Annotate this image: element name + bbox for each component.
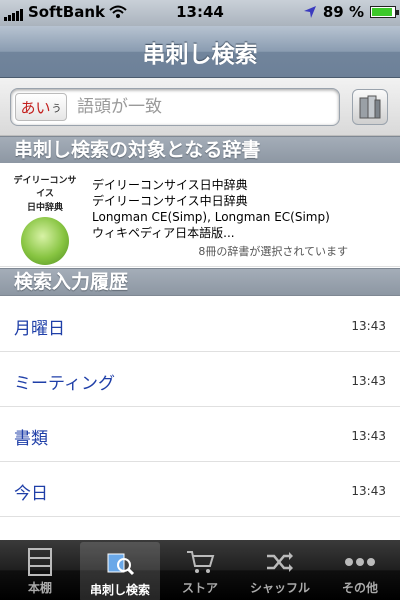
logo-line-1: デイリーコンサイス (13, 176, 77, 199)
tab-store[interactable]: ストア (160, 540, 240, 600)
tab-label: ストア (181, 581, 218, 595)
dictionary-list: デイリーコンサイス日中辞典 デイリーコンサイス中日辞典 Longman CE(S… (92, 177, 330, 241)
logo-line-2: 日中辞典 (26, 203, 63, 213)
history-row[interactable]: 月曜日 13:43 (0, 297, 400, 352)
tab-cross-search[interactable]: 串刺し検索 (80, 542, 160, 600)
history-time: 13:43 (351, 374, 386, 388)
tab-bookshelf[interactable]: 本棚 (0, 540, 80, 600)
search-input[interactable] (77, 92, 327, 122)
dictionary-item: デイリーコンサイス日中辞典 (92, 178, 248, 192)
dictionary-select-button[interactable] (352, 89, 388, 125)
dictionary-item: ウィキペディア日本語版... (92, 226, 235, 240)
history-word: 今日 (14, 484, 48, 504)
cross-search-icon (104, 549, 136, 579)
tab-label: 串刺し検索 (89, 583, 150, 597)
tab-bar: 本棚 串刺し検索 ストア シャッフル その他 (0, 540, 400, 600)
selected-count-text: 8冊の辞書が選択されています (198, 245, 348, 258)
search-mode-small: う (51, 103, 62, 115)
dictionaries-section-header: 串刺し検索の対象となる辞書 (0, 136, 400, 164)
shuffle-icon (265, 547, 295, 577)
dictionary-item: デイリーコンサイス中日辞典 (92, 194, 248, 208)
selected-dictionaries[interactable]: デイリーコンサイス 日中辞典 デイリーコンサイス日中辞典 デイリーコンサイス中日… (0, 163, 400, 267)
tab-label: 本棚 (27, 581, 52, 595)
logo-emblem (21, 217, 69, 265)
more-icon (344, 547, 376, 577)
history-word: 書類 (14, 429, 48, 449)
status-bar: SoftBank 13:44 89 % (0, 0, 400, 26)
cart-icon (185, 547, 215, 577)
tab-shuffle[interactable]: シャッフル (240, 540, 320, 600)
history-word: 月曜日 (14, 319, 65, 339)
dictionary-logo: デイリーコンサイス 日中辞典 (10, 173, 80, 265)
history-section-header: 検索入力履歴 (0, 268, 400, 296)
search-field: あいう (10, 88, 340, 126)
tab-label: シャッフル (249, 581, 310, 595)
tab-label: その他 (341, 581, 378, 595)
bookshelf-icon (27, 547, 53, 577)
history-time: 13:43 (351, 484, 386, 498)
history-list: 月曜日 13:43 ミーティング 13:43 書類 13:43 今日 13:43 (0, 297, 400, 539)
books-icon (359, 95, 381, 119)
battery-percent: 89 % (322, 3, 364, 21)
history-row[interactable]: 書類 13:43 (0, 407, 400, 462)
history-word: ミーティング (14, 374, 115, 394)
status-right: 89 % (303, 3, 399, 21)
search-mode-toggle[interactable]: あいう (15, 93, 67, 121)
history-row[interactable]: ミーティング 13:43 (0, 352, 400, 407)
search-mode-label: あい (20, 98, 51, 117)
navigation-bar: 串刺し検索 (0, 26, 400, 78)
history-time: 13:43 (351, 429, 386, 443)
history-time: 13:43 (351, 319, 386, 333)
page-title: 串刺し検索 (142, 41, 258, 68)
dictionary-item: Longman CE(Simp), Longman EC(Simp) (92, 210, 330, 224)
history-row[interactable]: 今日 13:43 (0, 462, 400, 517)
tab-more[interactable]: その他 (320, 540, 400, 600)
battery-icon (370, 6, 399, 18)
location-arrow-icon (303, 6, 316, 18)
search-bar: あいう (0, 78, 400, 136)
